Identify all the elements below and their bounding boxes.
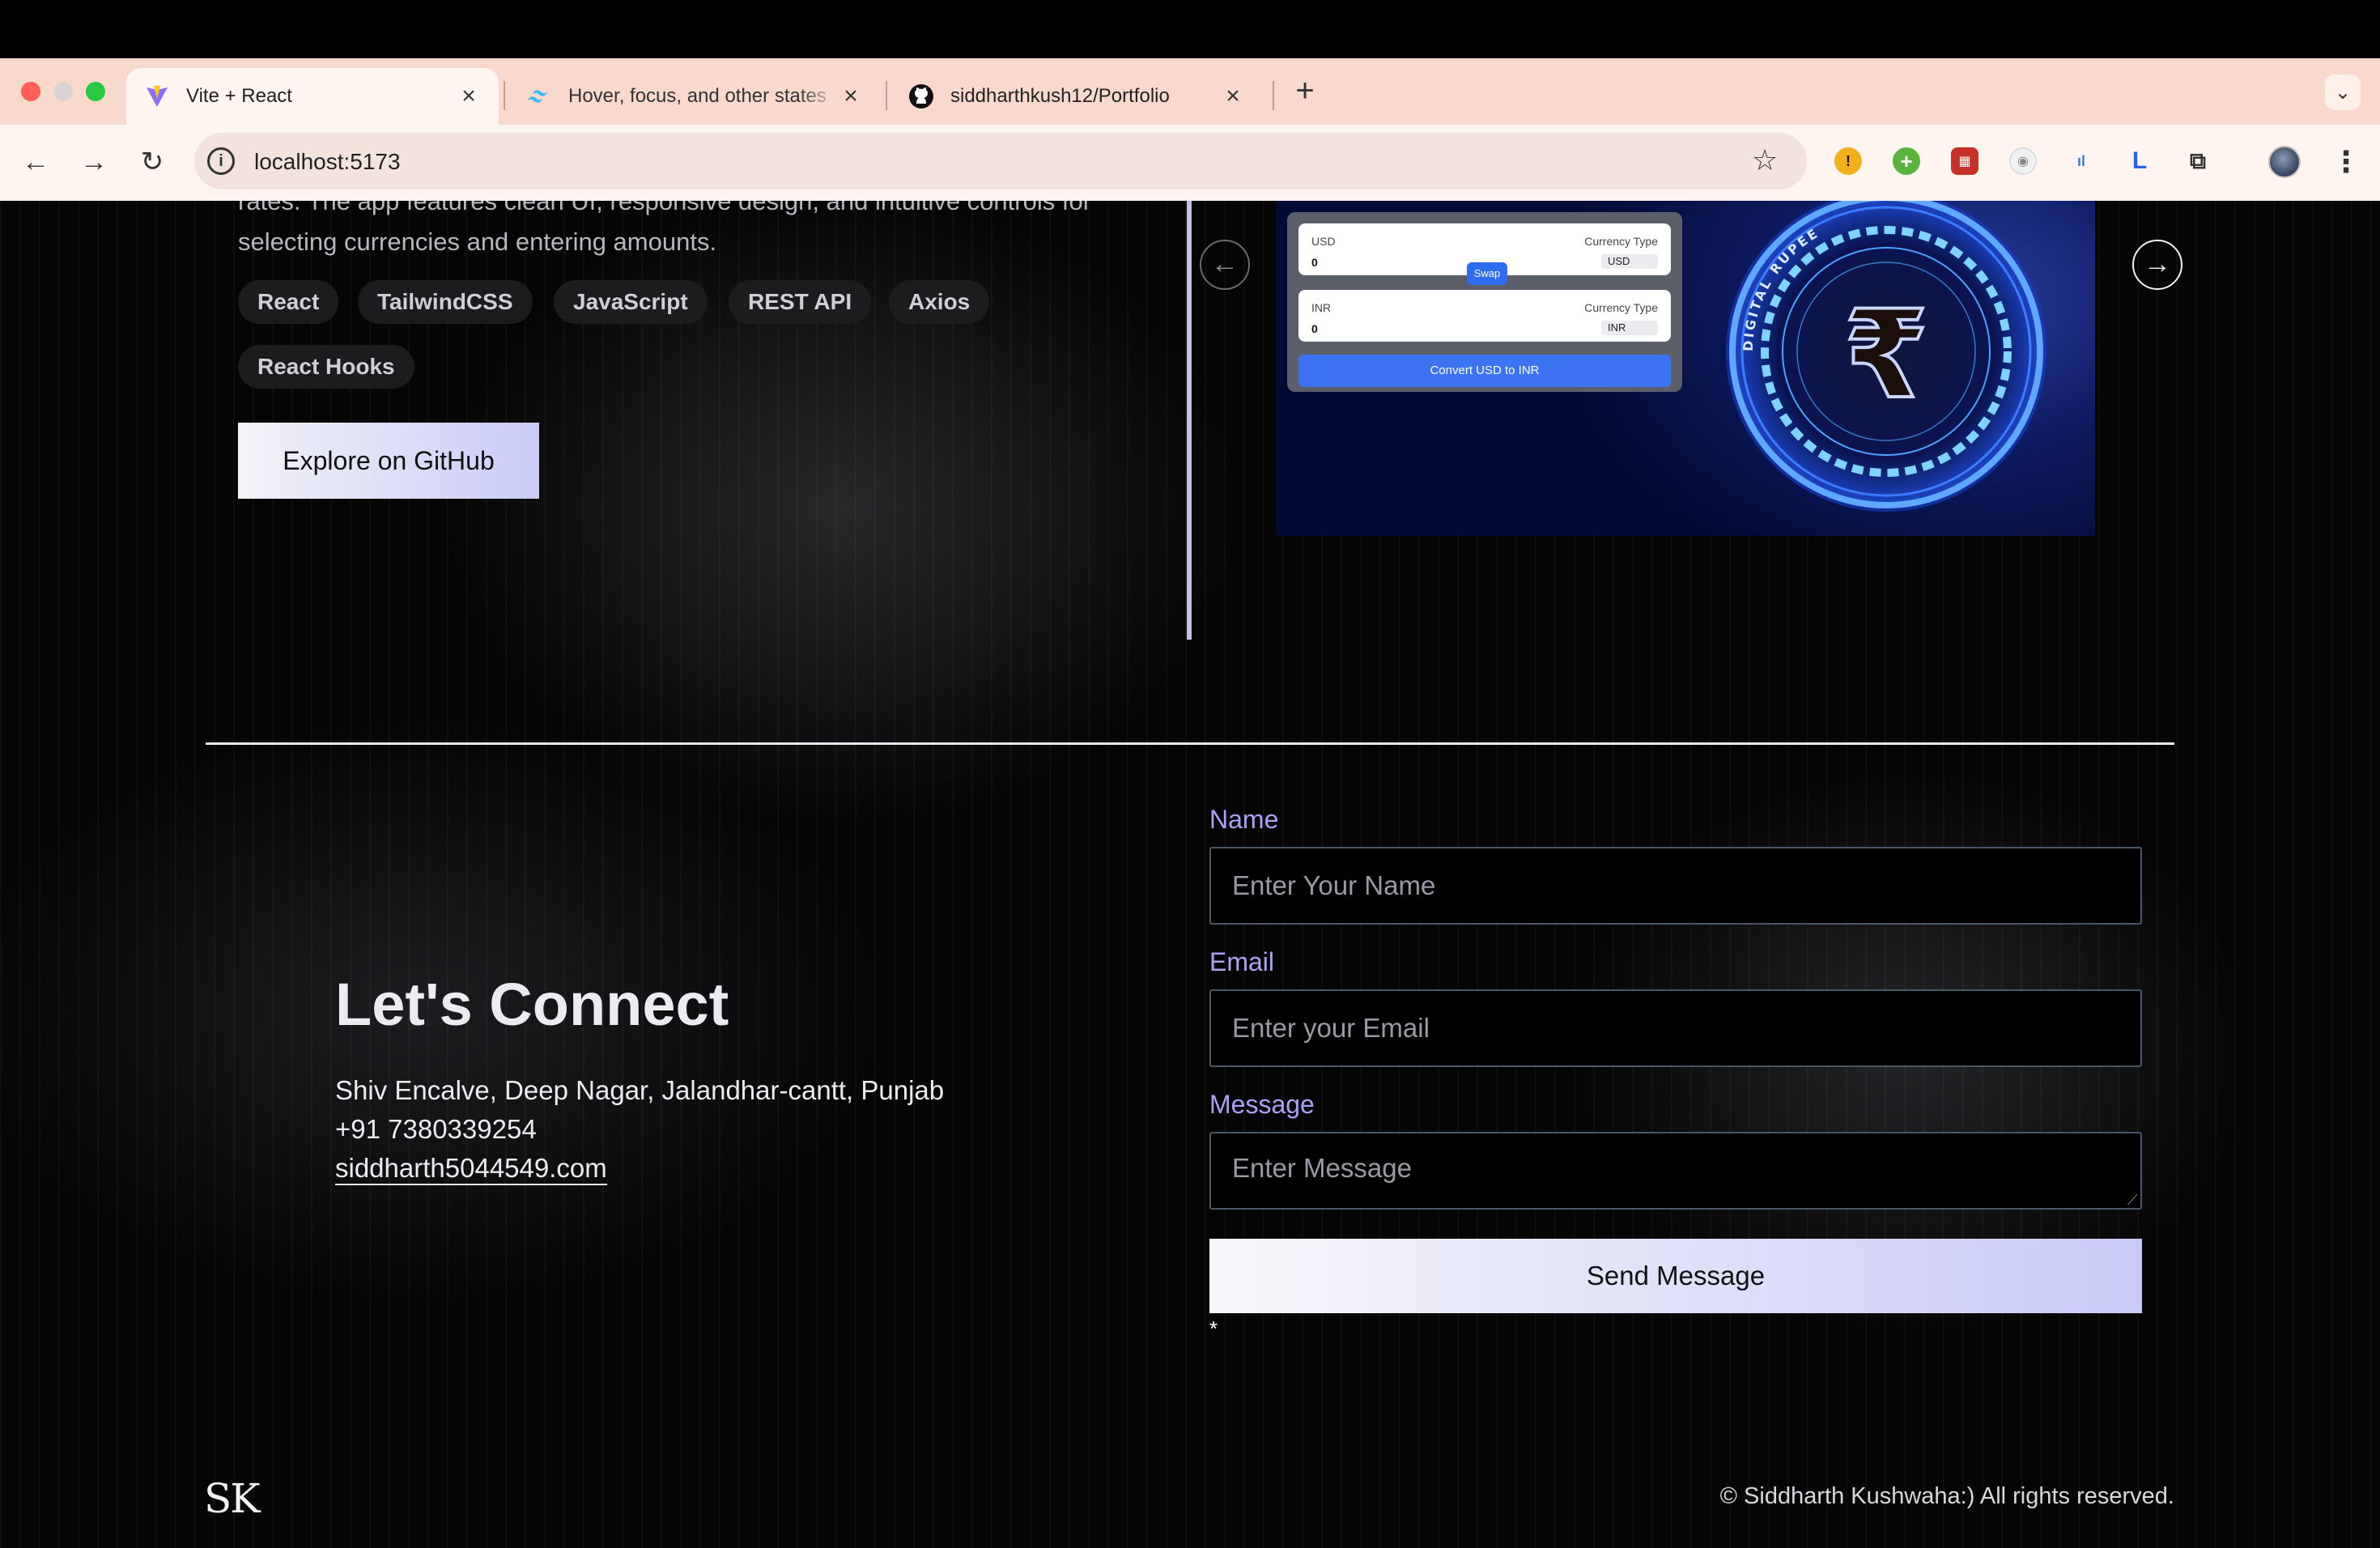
close-icon[interactable]: × <box>1221 84 1245 108</box>
footer-logo[interactable]: SK <box>204 1475 261 1522</box>
extension-panda-icon[interactable]: ◉ <box>2009 147 2037 175</box>
tech-tag: React Hooks <box>238 345 414 389</box>
tech-tag: Axios <box>889 280 990 324</box>
tab-github-portfolio[interactable]: siddharthkush12/Portfolio × <box>890 68 1263 125</box>
email-label: Email <box>1209 947 1275 976</box>
tab-divider <box>886 81 887 110</box>
contact-email-link[interactable]: siddharth5044549.com <box>335 1153 607 1185</box>
from-value: 0 <box>1311 256 1318 269</box>
convert-button: Convert USD to INR <box>1298 355 1671 387</box>
swap-button: Swap <box>1467 262 1507 285</box>
currency-type-label: Currency Type <box>1584 301 1658 314</box>
required-note: * <box>1209 1316 1218 1341</box>
extension-plus-icon[interactable]: + <box>1893 147 1920 175</box>
footer-copyright: © Siddharth Kushwaha:) All rights reserv… <box>1719 1483 2174 1509</box>
project-screenshot: USD Currency Type 0 USD Swap INR Currenc… <box>1276 201 2095 536</box>
tech-tag: TailwindCSS <box>358 280 533 324</box>
tech-tag: React <box>238 280 339 324</box>
bookmark-star-icon[interactable]: ☆ <box>1752 144 1778 176</box>
extension-red-icon[interactable]: ▦ <box>1951 147 1978 175</box>
profile-avatar[interactable] <box>2268 146 2301 178</box>
message-label: Message <box>1209 1090 1315 1119</box>
close-icon[interactable]: × <box>839 84 863 108</box>
timeline-line <box>1187 201 1192 640</box>
forward-arrow-icon[interactable]: → <box>76 144 112 180</box>
tab-title: Hover, focus, and other states <box>568 85 827 107</box>
resize-handle-icon[interactable]: ⟋ <box>2127 1192 2138 1209</box>
os-menu-bar <box>0 0 2380 58</box>
from-label: USD <box>1311 235 1336 248</box>
carousel-prev-arrow-icon[interactable]: ← <box>1200 240 1250 290</box>
contact-phone: +91 7380339254 <box>335 1114 537 1144</box>
contact-address: Shiv Encalve, Deep Nagar, Jalandhar-cant… <box>335 1075 945 1105</box>
tab-title: Vite + React <box>186 85 292 107</box>
carousel-next-arrow-icon[interactable]: → <box>2132 240 2182 290</box>
to-field: INR Currency Type 0 INR <box>1298 290 1671 342</box>
name-input[interactable] <box>1209 847 2142 925</box>
reload-icon[interactable]: ↻ <box>134 144 170 180</box>
back-arrow-icon[interactable]: ← <box>18 144 53 180</box>
extensions-puzzle-icon[interactable]: ⧉ <box>2184 147 2212 175</box>
window-close-button[interactable] <box>21 82 40 101</box>
url-text[interactable]: localhost:5173 <box>254 149 401 175</box>
email-input[interactable] <box>1209 989 2142 1067</box>
name-label: Name <box>1209 805 1279 834</box>
to-label: INR <box>1311 301 1332 314</box>
project-description: rates. The app features clean UI, respon… <box>238 201 1092 256</box>
address-bar[interactable] <box>194 133 1807 189</box>
vite-logo-icon <box>144 83 170 109</box>
tab-tailwind-docs[interactable]: Hover, focus, and other states × <box>508 68 881 125</box>
converter-card: USD Currency Type 0 USD Swap INR Currenc… <box>1287 212 1682 392</box>
connect-heading: Let's Connect <box>335 971 729 1038</box>
github-logo-icon <box>908 83 934 109</box>
extension-yellow-icon[interactable]: ! <box>1834 147 1862 175</box>
window-minimize-button[interactable] <box>53 82 73 101</box>
page-viewport: rates. The app features clean UI, respon… <box>0 201 2380 1548</box>
tailwind-logo-icon <box>526 83 552 109</box>
explore-github-button[interactable]: Explore on GitHub <box>238 423 539 499</box>
browser-menu-icon[interactable]: ⋮ <box>2331 142 2361 181</box>
send-message-button[interactable]: Send Message <box>1209 1239 2142 1313</box>
to-currency-select: INR <box>1601 321 1658 335</box>
message-textarea[interactable] <box>1209 1132 2142 1210</box>
tab-divider <box>504 81 505 110</box>
digital-rupee-coin-icon: DIGITAL RUPEE ₹ <box>1726 201 2046 512</box>
extension-chart-icon[interactable]: ıl <box>2068 147 2095 175</box>
tab-vite-react[interactable]: Vite + React × <box>126 68 499 125</box>
close-icon[interactable]: × <box>457 84 481 108</box>
currency-type-label: Currency Type <box>1584 235 1658 248</box>
section-divider <box>206 742 2174 745</box>
extension-l-icon[interactable]: L <box>2126 147 2153 175</box>
new-tab-button[interactable]: + <box>1289 74 1321 108</box>
tech-tag: JavaScript <box>554 280 708 324</box>
site-info-icon[interactable]: i <box>207 147 235 175</box>
window-zoom-button[interactable] <box>86 82 105 101</box>
to-value: 0 <box>1311 322 1318 335</box>
tab-search-chevron-icon[interactable]: ⌄ <box>2325 74 2361 110</box>
from-currency-select: USD <box>1601 254 1658 269</box>
tab-divider <box>1273 81 1274 110</box>
tech-tag: REST API <box>729 280 872 324</box>
svg-text:₹: ₹ <box>1844 285 1928 426</box>
tab-title: siddharthkush12/Portfolio <box>950 85 1170 107</box>
